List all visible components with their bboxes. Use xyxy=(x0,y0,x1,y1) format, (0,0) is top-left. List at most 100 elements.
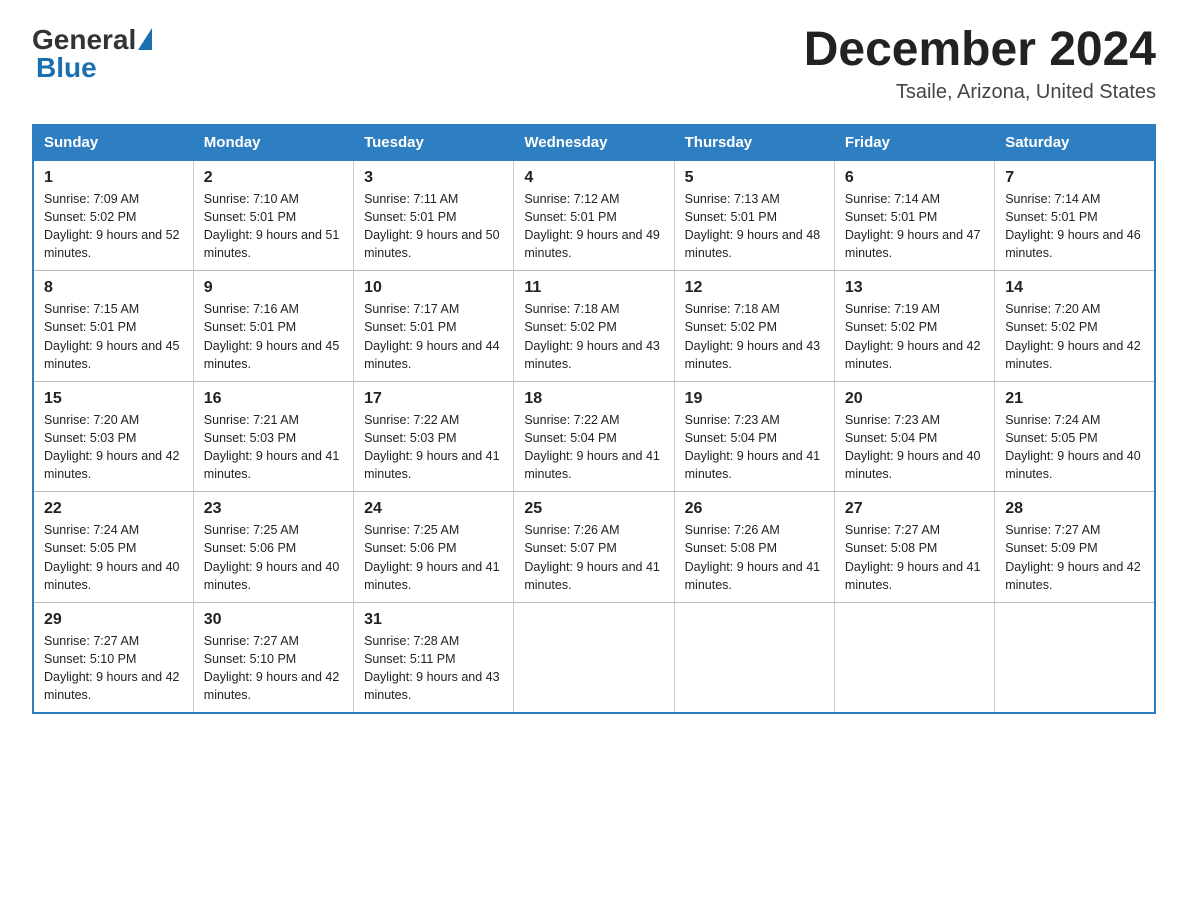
table-row: 9 Sunrise: 7:16 AMSunset: 5:01 PMDayligh… xyxy=(193,271,353,382)
table-row: 26 Sunrise: 7:26 AMSunset: 5:08 PMDaylig… xyxy=(674,492,834,603)
page-subtitle: Tsaile, Arizona, United States xyxy=(804,81,1156,104)
day-number: 28 xyxy=(1005,500,1144,518)
page-title: December 2024 xyxy=(804,24,1156,77)
day-number: 26 xyxy=(685,500,824,518)
day-number: 3 xyxy=(364,169,503,187)
weekday-header-row: Sunday Monday Tuesday Wednesday Thursday… xyxy=(33,125,1155,160)
table-row: 18 Sunrise: 7:22 AMSunset: 5:04 PMDaylig… xyxy=(514,381,674,492)
day-number: 11 xyxy=(524,279,663,297)
day-number: 27 xyxy=(845,500,984,518)
day-info: Sunrise: 7:26 AMSunset: 5:08 PMDaylight:… xyxy=(685,523,821,591)
day-info: Sunrise: 7:27 AMSunset: 5:10 PMDaylight:… xyxy=(204,634,340,702)
day-info: Sunrise: 7:16 AMSunset: 5:01 PMDaylight:… xyxy=(204,302,340,370)
table-row: 10 Sunrise: 7:17 AMSunset: 5:01 PMDaylig… xyxy=(354,271,514,382)
day-number: 19 xyxy=(685,390,824,408)
title-block: December 2024 Tsaile, Arizona, United St… xyxy=(804,24,1156,104)
day-info: Sunrise: 7:13 AMSunset: 5:01 PMDaylight:… xyxy=(685,192,821,260)
table-row: 13 Sunrise: 7:19 AMSunset: 5:02 PMDaylig… xyxy=(834,271,994,382)
calendar-week-row: 29 Sunrise: 7:27 AMSunset: 5:10 PMDaylig… xyxy=(33,602,1155,713)
table-row: 3 Sunrise: 7:11 AMSunset: 5:01 PMDayligh… xyxy=(354,160,514,271)
table-row xyxy=(514,602,674,713)
day-info: Sunrise: 7:18 AMSunset: 5:02 PMDaylight:… xyxy=(685,302,821,370)
calendar-table: Sunday Monday Tuesday Wednesday Thursday… xyxy=(32,124,1156,715)
table-row: 5 Sunrise: 7:13 AMSunset: 5:01 PMDayligh… xyxy=(674,160,834,271)
header-saturday: Saturday xyxy=(995,125,1155,160)
table-row: 30 Sunrise: 7:27 AMSunset: 5:10 PMDaylig… xyxy=(193,602,353,713)
table-row: 31 Sunrise: 7:28 AMSunset: 5:11 PMDaylig… xyxy=(354,602,514,713)
calendar-week-row: 22 Sunrise: 7:24 AMSunset: 5:05 PMDaylig… xyxy=(33,492,1155,603)
day-info: Sunrise: 7:25 AMSunset: 5:06 PMDaylight:… xyxy=(364,523,500,591)
day-info: Sunrise: 7:28 AMSunset: 5:11 PMDaylight:… xyxy=(364,634,500,702)
day-info: Sunrise: 7:20 AMSunset: 5:02 PMDaylight:… xyxy=(1005,302,1141,370)
table-row: 6 Sunrise: 7:14 AMSunset: 5:01 PMDayligh… xyxy=(834,160,994,271)
day-info: Sunrise: 7:20 AMSunset: 5:03 PMDaylight:… xyxy=(44,413,180,481)
day-info: Sunrise: 7:18 AMSunset: 5:02 PMDaylight:… xyxy=(524,302,660,370)
header-monday: Monday xyxy=(193,125,353,160)
calendar-week-row: 1 Sunrise: 7:09 AMSunset: 5:02 PMDayligh… xyxy=(33,160,1155,271)
day-number: 31 xyxy=(364,611,503,629)
day-number: 2 xyxy=(204,169,343,187)
day-info: Sunrise: 7:19 AMSunset: 5:02 PMDaylight:… xyxy=(845,302,981,370)
day-number: 29 xyxy=(44,611,183,629)
day-info: Sunrise: 7:21 AMSunset: 5:03 PMDaylight:… xyxy=(204,413,340,481)
table-row xyxy=(834,602,994,713)
day-number: 5 xyxy=(685,169,824,187)
day-info: Sunrise: 7:23 AMSunset: 5:04 PMDaylight:… xyxy=(845,413,981,481)
table-row: 14 Sunrise: 7:20 AMSunset: 5:02 PMDaylig… xyxy=(995,271,1155,382)
day-info: Sunrise: 7:27 AMSunset: 5:09 PMDaylight:… xyxy=(1005,523,1141,591)
day-number: 9 xyxy=(204,279,343,297)
day-info: Sunrise: 7:10 AMSunset: 5:01 PMDaylight:… xyxy=(204,192,340,260)
table-row: 4 Sunrise: 7:12 AMSunset: 5:01 PMDayligh… xyxy=(514,160,674,271)
day-number: 8 xyxy=(44,279,183,297)
day-number: 23 xyxy=(204,500,343,518)
table-row: 27 Sunrise: 7:27 AMSunset: 5:08 PMDaylig… xyxy=(834,492,994,603)
day-info: Sunrise: 7:24 AMSunset: 5:05 PMDaylight:… xyxy=(1005,413,1141,481)
header-sunday: Sunday xyxy=(33,125,193,160)
table-row: 12 Sunrise: 7:18 AMSunset: 5:02 PMDaylig… xyxy=(674,271,834,382)
table-row: 28 Sunrise: 7:27 AMSunset: 5:09 PMDaylig… xyxy=(995,492,1155,603)
table-row xyxy=(995,602,1155,713)
table-row: 20 Sunrise: 7:23 AMSunset: 5:04 PMDaylig… xyxy=(834,381,994,492)
table-row: 16 Sunrise: 7:21 AMSunset: 5:03 PMDaylig… xyxy=(193,381,353,492)
table-row: 8 Sunrise: 7:15 AMSunset: 5:01 PMDayligh… xyxy=(33,271,193,382)
day-number: 4 xyxy=(524,169,663,187)
table-row: 19 Sunrise: 7:23 AMSunset: 5:04 PMDaylig… xyxy=(674,381,834,492)
day-info: Sunrise: 7:22 AMSunset: 5:04 PMDaylight:… xyxy=(524,413,660,481)
table-row: 23 Sunrise: 7:25 AMSunset: 5:06 PMDaylig… xyxy=(193,492,353,603)
table-row: 29 Sunrise: 7:27 AMSunset: 5:10 PMDaylig… xyxy=(33,602,193,713)
day-number: 21 xyxy=(1005,390,1144,408)
day-number: 25 xyxy=(524,500,663,518)
day-info: Sunrise: 7:27 AMSunset: 5:08 PMDaylight:… xyxy=(845,523,981,591)
day-info: Sunrise: 7:26 AMSunset: 5:07 PMDaylight:… xyxy=(524,523,660,591)
day-info: Sunrise: 7:09 AMSunset: 5:02 PMDaylight:… xyxy=(44,192,180,260)
day-number: 15 xyxy=(44,390,183,408)
calendar-week-row: 8 Sunrise: 7:15 AMSunset: 5:01 PMDayligh… xyxy=(33,271,1155,382)
day-number: 1 xyxy=(44,169,183,187)
header-tuesday: Tuesday xyxy=(354,125,514,160)
table-row: 7 Sunrise: 7:14 AMSunset: 5:01 PMDayligh… xyxy=(995,160,1155,271)
table-row: 22 Sunrise: 7:24 AMSunset: 5:05 PMDaylig… xyxy=(33,492,193,603)
day-info: Sunrise: 7:23 AMSunset: 5:04 PMDaylight:… xyxy=(685,413,821,481)
day-info: Sunrise: 7:11 AMSunset: 5:01 PMDaylight:… xyxy=(364,192,500,260)
table-row: 15 Sunrise: 7:20 AMSunset: 5:03 PMDaylig… xyxy=(33,381,193,492)
table-row: 21 Sunrise: 7:24 AMSunset: 5:05 PMDaylig… xyxy=(995,381,1155,492)
table-row xyxy=(674,602,834,713)
logo-blue-text: Blue xyxy=(36,52,97,84)
day-info: Sunrise: 7:22 AMSunset: 5:03 PMDaylight:… xyxy=(364,413,500,481)
day-number: 17 xyxy=(364,390,503,408)
day-info: Sunrise: 7:27 AMSunset: 5:10 PMDaylight:… xyxy=(44,634,180,702)
day-number: 13 xyxy=(845,279,984,297)
day-info: Sunrise: 7:17 AMSunset: 5:01 PMDaylight:… xyxy=(364,302,500,370)
day-info: Sunrise: 7:12 AMSunset: 5:01 PMDaylight:… xyxy=(524,192,660,260)
day-number: 30 xyxy=(204,611,343,629)
header-friday: Friday xyxy=(834,125,994,160)
header-thursday: Thursday xyxy=(674,125,834,160)
day-info: Sunrise: 7:25 AMSunset: 5:06 PMDaylight:… xyxy=(204,523,340,591)
logo: General Blue xyxy=(32,24,152,84)
day-info: Sunrise: 7:14 AMSunset: 5:01 PMDaylight:… xyxy=(1005,192,1141,260)
day-number: 7 xyxy=(1005,169,1144,187)
table-row: 1 Sunrise: 7:09 AMSunset: 5:02 PMDayligh… xyxy=(33,160,193,271)
table-row: 11 Sunrise: 7:18 AMSunset: 5:02 PMDaylig… xyxy=(514,271,674,382)
calendar-week-row: 15 Sunrise: 7:20 AMSunset: 5:03 PMDaylig… xyxy=(33,381,1155,492)
day-number: 12 xyxy=(685,279,824,297)
